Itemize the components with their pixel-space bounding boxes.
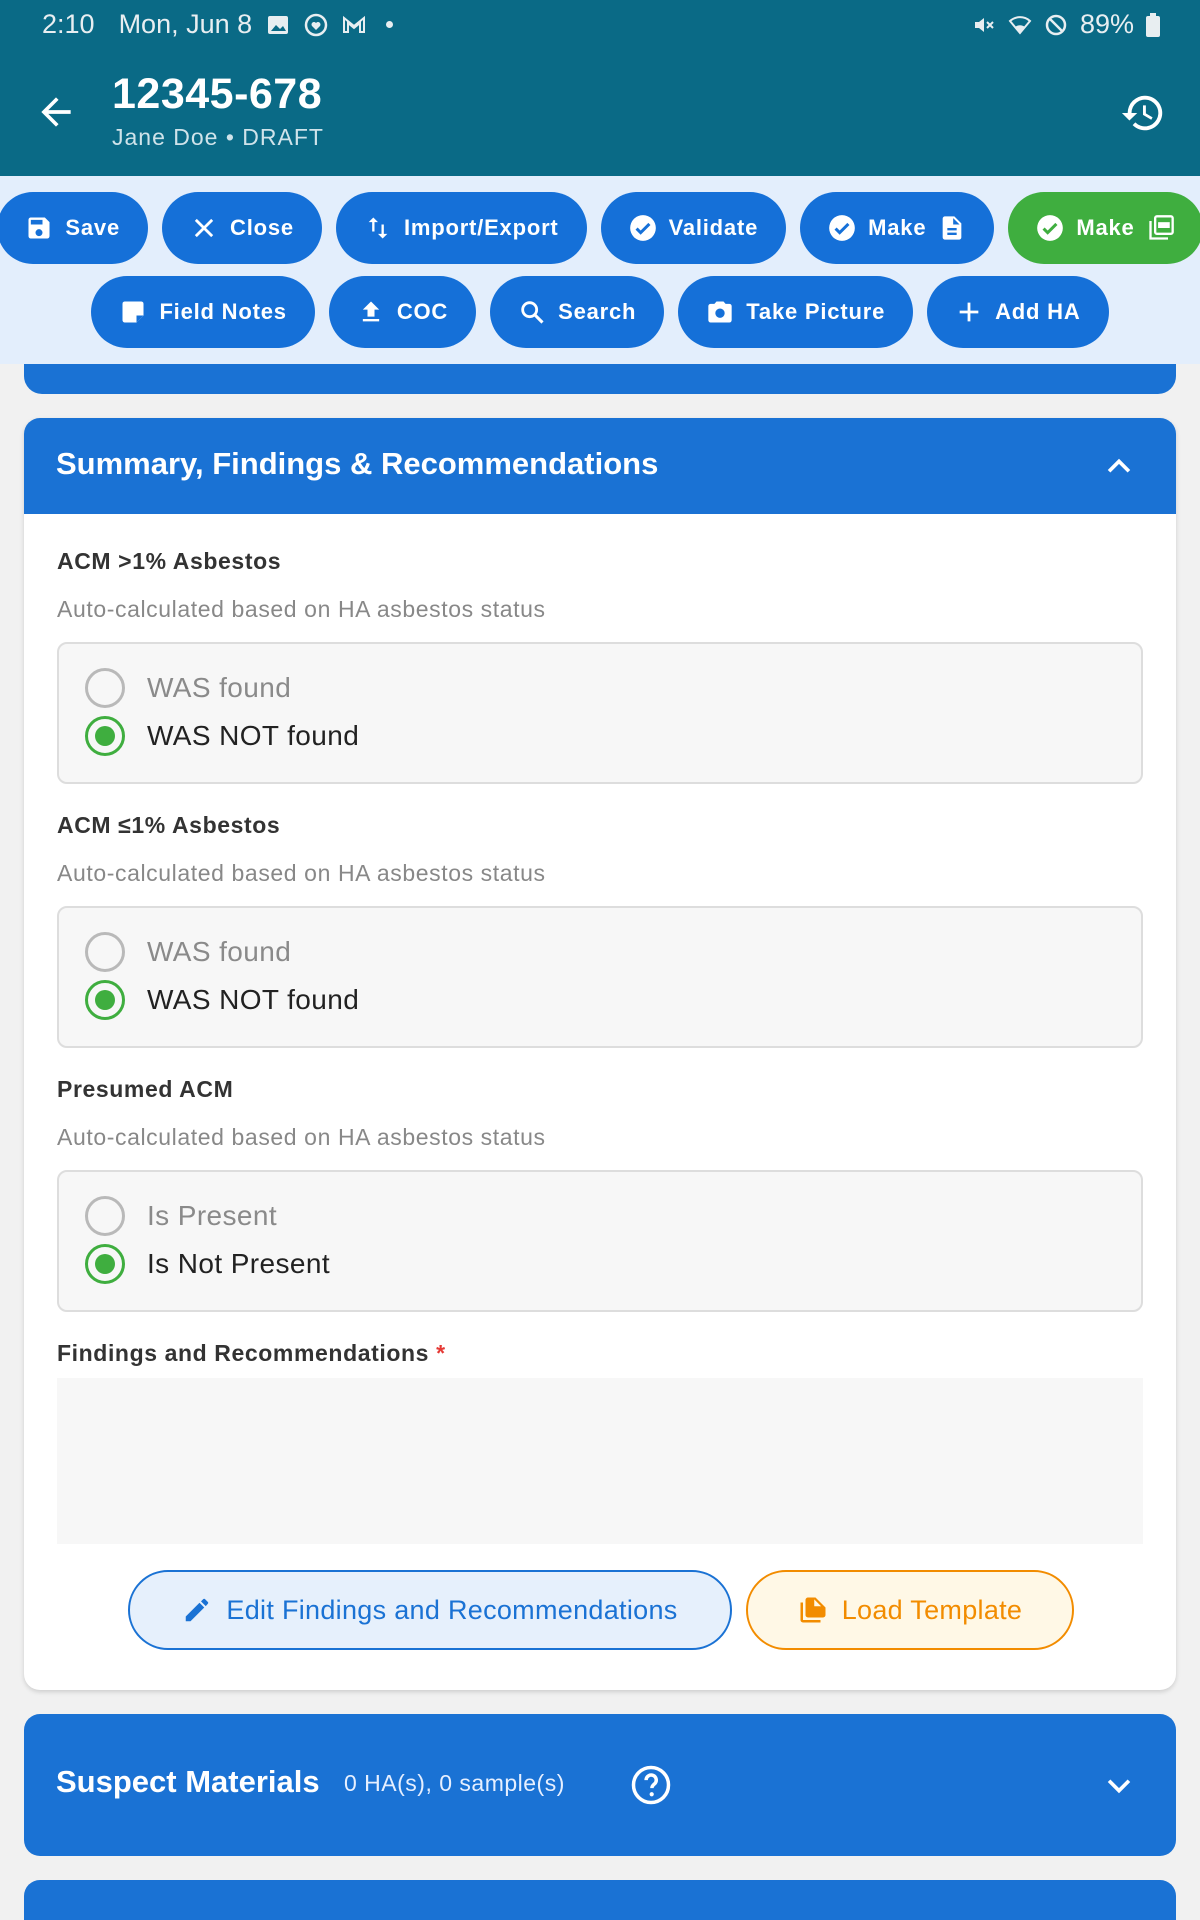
swap-vertical-icon	[368, 217, 388, 239]
note-icon	[122, 301, 144, 323]
action-toolbar: Save Close Import/Export Validate Make M…	[0, 176, 1200, 364]
image-icon	[268, 15, 289, 34]
heart-badge-icon	[304, 13, 328, 36]
acm-le1-label: ACM ≤1% Asbestos	[57, 812, 281, 838]
close-button[interactable]: Close	[162, 192, 322, 264]
suspect-materials-title: Suspect Materials	[56, 1764, 320, 1799]
findings-textarea[interactable]	[57, 1378, 1143, 1544]
check-circle-icon	[829, 215, 855, 241]
page-subtitle: Jane Doe • DRAFT	[112, 124, 324, 150]
check-circle-icon	[1037, 215, 1064, 241]
presumed-option-not-present[interactable]: Is Not Present	[85, 1244, 330, 1284]
battery-icon	[1146, 12, 1160, 37]
file-copy-icon	[800, 1597, 826, 1623]
plus-icon	[959, 302, 979, 322]
status-date: Mon, Jun 8	[118, 9, 253, 39]
close-icon	[194, 218, 214, 238]
radio-checked-icon	[85, 1244, 125, 1284]
radio-unchecked-icon	[85, 668, 125, 708]
camera-icon	[708, 301, 732, 323]
search-button[interactable]: Search	[490, 276, 665, 348]
summary-card-title: Summary, Findings & Recommendations	[56, 446, 659, 481]
notification-dot-icon	[386, 21, 394, 28]
presumed-option-present[interactable]: Is Present	[85, 1196, 277, 1236]
app-bar: 12345-678 Jane Doe • DRAFT	[0, 48, 1200, 176]
pdf-icon	[1148, 215, 1174, 240]
next-section-card[interactable]	[24, 1880, 1176, 1920]
chevron-up-icon[interactable]	[1102, 450, 1136, 484]
acm-le1-option-not-found[interactable]: WAS NOT found	[85, 980, 359, 1020]
acm-le1-option-found[interactable]: WAS found	[85, 932, 291, 972]
search-icon	[521, 301, 544, 324]
previous-section-card[interactable]	[24, 364, 1176, 394]
save-button[interactable]: Save	[0, 192, 149, 264]
pencil-icon	[186, 1598, 209, 1622]
battery-level: 89%	[1079, 9, 1134, 39]
acm-le1-help: Auto-calculated based on HA asbestos sta…	[57, 860, 546, 886]
history-icon[interactable]	[1120, 90, 1166, 136]
edit-findings-button[interactable]: Edit Findings and Recommendations	[128, 1570, 732, 1650]
wifi-icon	[1008, 15, 1032, 35]
document-icon	[943, 216, 962, 240]
import-export-button[interactable]: Import/Export	[335, 192, 587, 264]
acm-gt1-help: Auto-calculated based on HA asbestos sta…	[57, 596, 546, 622]
radio-unchecked-icon	[85, 1196, 125, 1236]
status-time: 2:10	[42, 9, 95, 39]
presumed-acm-label: Presumed ACM	[57, 1076, 234, 1102]
make-pdf-button[interactable]: Make	[1008, 192, 1200, 264]
check-circle-icon	[629, 215, 656, 241]
acm-gt1-radio-group: WAS found WAS NOT found	[57, 642, 1143, 784]
back-arrow-icon[interactable]	[34, 90, 78, 134]
save-icon	[28, 217, 50, 239]
summary-card-header[interactable]: Summary, Findings & Recommendations	[24, 418, 1176, 514]
gmail-icon	[343, 15, 366, 33]
do-not-disturb-icon	[1045, 14, 1067, 35]
acm-gt1-option-not-found[interactable]: WAS NOT found	[85, 716, 359, 756]
make-document-button[interactable]: Make	[800, 192, 995, 264]
validate-button[interactable]: Validate	[600, 192, 787, 264]
help-circle-icon[interactable]	[630, 1764, 672, 1806]
suspect-materials-card[interactable]: Suspect Materials 0 HA(s), 0 sample(s)	[24, 1714, 1176, 1856]
summary-findings-card: Summary, Findings & Recommendations ACM …	[24, 418, 1176, 1690]
acm-gt1-option-found[interactable]: WAS found	[85, 668, 291, 708]
required-marker: *	[436, 1340, 446, 1366]
page-title: 12345-678	[112, 70, 323, 118]
field-notes-button[interactable]: Field Notes	[91, 276, 315, 348]
radio-checked-icon	[85, 980, 125, 1020]
mute-icon	[974, 17, 994, 32]
chevron-down-icon[interactable]	[1102, 1768, 1136, 1802]
upload-icon	[362, 301, 379, 322]
take-picture-button[interactable]: Take Picture	[678, 276, 914, 348]
load-template-button[interactable]: Load Template	[746, 1570, 1074, 1650]
radio-checked-icon	[85, 716, 125, 756]
findings-label: Findings and Recommendations *	[57, 1340, 446, 1366]
radio-unchecked-icon	[85, 932, 125, 972]
presumed-acm-help: Auto-calculated based on HA asbestos sta…	[57, 1124, 546, 1150]
status-bar: 2:10 Mon, Jun 8 89%	[0, 0, 1200, 48]
acm-gt1-label: ACM >1% Asbestos	[57, 548, 282, 574]
suspect-materials-count: 0 HA(s), 0 sample(s)	[344, 1770, 565, 1796]
presumed-acm-radio-group: Is Present Is Not Present	[57, 1170, 1143, 1312]
coc-button[interactable]: COC	[328, 276, 477, 348]
add-ha-button[interactable]: Add HA	[927, 276, 1109, 348]
acm-le1-radio-group: WAS found WAS NOT found	[57, 906, 1143, 1048]
